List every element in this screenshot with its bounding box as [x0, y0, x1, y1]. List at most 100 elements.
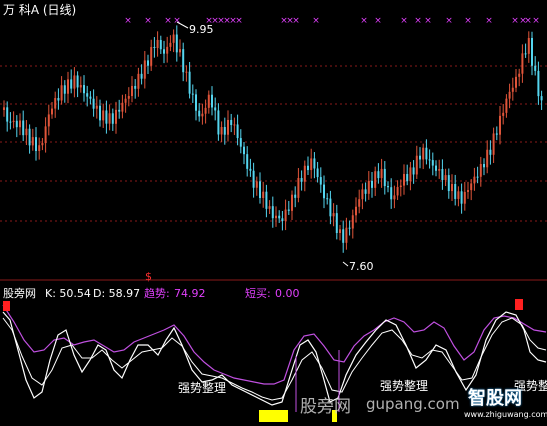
candle-body — [140, 73, 143, 79]
candle-body — [505, 98, 508, 113]
candle-body — [268, 206, 271, 209]
candle-body — [265, 191, 268, 209]
candle-body — [476, 176, 479, 178]
candle-body — [355, 206, 357, 216]
candle-body — [223, 127, 226, 135]
k-value-label: K: 50.54 — [45, 287, 91, 300]
candle-body — [195, 94, 197, 111]
candle-body — [262, 191, 265, 198]
candle-body — [44, 126, 47, 144]
candle-body — [457, 191, 460, 199]
candle-body — [303, 165, 306, 182]
high-low-annotations — [176, 21, 349, 267]
candle-body — [214, 107, 217, 111]
d-value-label: D: 58.97 — [93, 287, 141, 300]
candle-body — [294, 194, 297, 198]
candlestick-series — [3, 25, 543, 253]
candle-body — [393, 195, 396, 200]
indicator-source-label: 股旁网 — [3, 287, 36, 300]
low-pointer — [342, 261, 349, 267]
candle-body — [284, 209, 287, 222]
candle-body — [390, 187, 393, 200]
candle-body — [319, 177, 322, 185]
candle-body — [515, 76, 517, 88]
annotation-strong-consolidation: 强势整理 — [380, 379, 429, 393]
candle-body — [172, 34, 175, 43]
candle-body — [483, 164, 485, 168]
short-buy-value: 0.00 — [275, 287, 300, 300]
candle-body — [143, 60, 146, 79]
candle-body — [217, 110, 220, 135]
candle-body — [502, 112, 505, 116]
candle-body — [409, 167, 412, 182]
candle-body — [169, 42, 172, 47]
candle-body — [41, 143, 44, 146]
candle-body — [102, 110, 105, 121]
stock-chart: × × × × ×××××× ××× × × × × × × × × × × ×× × — [0, 16, 547, 422]
candle-body — [339, 229, 341, 233]
signal-marker: × — [485, 16, 493, 26]
candle-body — [28, 128, 31, 146]
candle-body — [15, 120, 18, 128]
candle-body — [470, 183, 473, 191]
candle-body — [6, 107, 9, 122]
candle-body — [479, 164, 482, 177]
candle-body — [387, 186, 389, 188]
candle-body — [22, 120, 25, 136]
candle-body — [291, 194, 293, 211]
candle-body — [156, 39, 159, 49]
candle-body — [12, 120, 15, 122]
candle-body — [415, 155, 418, 175]
candle-body — [137, 73, 140, 89]
candle-body — [255, 181, 258, 188]
candle-body — [111, 113, 114, 124]
candle-body — [447, 175, 450, 192]
candle-body — [329, 198, 332, 217]
signal-yellow-bar — [259, 410, 288, 422]
candle-body — [371, 180, 373, 188]
candle-body — [159, 39, 162, 50]
candle-body — [467, 190, 469, 192]
candle-body — [198, 110, 201, 117]
candle-body — [345, 227, 348, 243]
candle-body — [31, 137, 34, 146]
trend-value: 74.92 — [174, 287, 206, 300]
candle-body — [332, 213, 335, 217]
candle-body — [76, 75, 79, 88]
candle-body — [367, 180, 370, 194]
candle-body — [495, 133, 498, 135]
watermark-center: gupang.com — [366, 395, 460, 413]
signal-marker: × — [511, 16, 519, 26]
candle-body — [473, 176, 476, 184]
candle-body — [204, 107, 207, 114]
candle-body — [191, 93, 194, 95]
candle-body — [227, 119, 229, 135]
short-buy-label: 短买: — [245, 287, 271, 300]
candle-body — [108, 113, 111, 124]
signal-marker: × — [124, 16, 132, 26]
candle-body — [131, 85, 133, 97]
candle-body — [518, 73, 521, 77]
candle-body — [92, 98, 95, 109]
candle-body — [351, 215, 354, 229]
candle-body — [243, 146, 245, 155]
candle-body — [460, 191, 463, 204]
candle-body — [236, 124, 239, 139]
candle-body — [537, 70, 540, 97]
candle-body — [153, 46, 156, 49]
signal-marker: × — [445, 16, 453, 26]
candle-body — [444, 175, 447, 180]
signal-marker: × — [374, 16, 382, 26]
candle-body — [175, 34, 178, 53]
candle-body — [239, 138, 242, 147]
candle-body — [380, 168, 383, 179]
candle-body — [127, 96, 130, 99]
candle-body — [207, 94, 210, 108]
candle-body — [406, 173, 409, 182]
trend-line — [2, 304, 547, 385]
candle-body — [211, 94, 213, 108]
signal-marker: × — [400, 16, 408, 26]
signal-marker: × — [524, 16, 532, 26]
candle-body — [166, 46, 169, 54]
signal-markers: × × × × ×××××× ××× × × × × × × × × × × ×× × — [124, 16, 540, 26]
